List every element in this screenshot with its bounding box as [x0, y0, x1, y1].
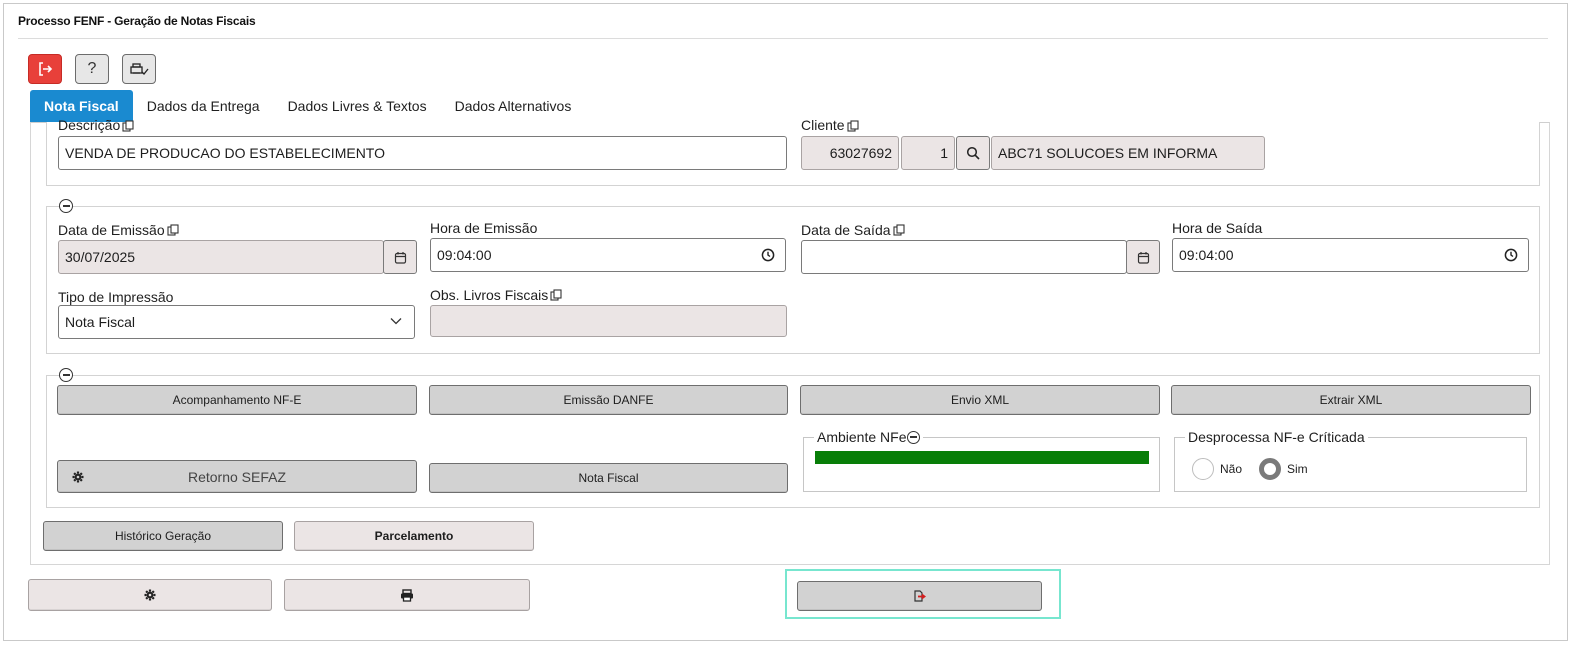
collapse-dates-icon[interactable] — [59, 199, 73, 213]
footer-exit-button[interactable] — [797, 581, 1042, 611]
help-icon: ? — [87, 60, 97, 77]
radio-nao[interactable]: Não — [1192, 458, 1242, 480]
clock-icon — [761, 248, 775, 262]
calendar-icon — [394, 251, 406, 264]
extrair-xml-button[interactable]: Extrair XML — [1171, 385, 1531, 415]
descricao-field[interactable]: VENDA DE PRODUCAO DO ESTABELECIMENTO — [58, 136, 787, 170]
data-saida-label-text: Data de Saída — [801, 222, 891, 238]
gear-icon — [72, 471, 84, 483]
hora-saida-label: Hora de Saída — [1172, 220, 1263, 236]
tab-dados-entrega[interactable]: Dados da Entrega — [133, 90, 274, 122]
hora-saida-value: 09:04:00 — [1179, 247, 1234, 263]
collapse-ambiente-icon[interactable] — [907, 430, 921, 444]
hora-emissao-value: 09:04:00 — [437, 247, 492, 263]
print-sign-button[interactable] — [122, 54, 156, 84]
ambiente-nfe-label: Ambiente NFe — [817, 429, 907, 445]
retorno-sefaz-button[interactable]: Retorno SEFAZ — [57, 460, 417, 493]
exit-doc-icon — [913, 590, 926, 602]
title-divider — [18, 38, 1548, 39]
hora-emissao-label: Hora de Emissão — [430, 220, 538, 236]
tipo-impressao-value: Nota Fiscal — [65, 314, 136, 330]
data-emissao-field[interactable]: 30/07/2025 — [58, 240, 384, 274]
gear-icon — [144, 589, 156, 601]
desprocessa-legend: Desprocessa NF-e Críticada — [1185, 429, 1368, 445]
radio-sim-label: Sim — [1287, 462, 1308, 476]
radio-sim[interactable]: Sim — [1259, 458, 1308, 480]
calendar-icon — [1137, 251, 1149, 264]
nota-fiscal-button[interactable]: Nota Fiscal — [429, 463, 788, 493]
obs-livros-label: Obs. Livros Fiscais — [430, 287, 562, 303]
descricao-label: Descrição — [58, 118, 134, 134]
clock-icon — [1504, 248, 1518, 262]
footer-settings-button[interactable] — [28, 579, 272, 611]
printer-icon — [401, 588, 413, 602]
data-emissao-calendar-button[interactable] — [383, 240, 417, 274]
ambiente-nfe-fieldset: Ambiente NFe — [803, 429, 1160, 492]
tipo-impressao-label: Tipo de Impressão — [58, 289, 174, 305]
retorno-sefaz-label: Retorno SEFAZ — [187, 468, 287, 485]
parcelamento-button[interactable]: Parcelamento — [294, 521, 534, 551]
help-button[interactable]: ? — [75, 54, 109, 84]
copy-icon — [847, 120, 859, 132]
copy-icon — [892, 224, 905, 236]
descricao-label-text: Descrição — [58, 118, 121, 133]
data-emissao-label-text: Data de Emissão — [58, 222, 165, 238]
data-emissao-label: Data de Emissão — [58, 222, 179, 238]
radio-sim-circle — [1259, 458, 1281, 480]
obs-livros-label-text: Obs. Livros Fiscais — [430, 287, 549, 303]
radio-nao-circle — [1192, 458, 1214, 480]
chevron-down-icon — [390, 318, 402, 325]
hora-emissao-field[interactable]: 09:04:00 — [430, 238, 786, 272]
copy-icon — [167, 224, 179, 236]
data-saida-field[interactable] — [801, 240, 1127, 274]
acompanhamento-nfe-button[interactable]: Acompanhamento NF-E — [57, 385, 417, 415]
cliente-name-field[interactable]: ABC71 SOLUCOES EM INFORMA — [991, 136, 1265, 170]
cliente-label: Cliente — [801, 118, 859, 134]
ambiente-status-bar — [815, 451, 1149, 464]
cliente-search-button[interactable] — [956, 136, 990, 170]
tab-dados-livres[interactable]: Dados Livres & Textos — [274, 90, 441, 122]
footer-print-button[interactable] — [284, 579, 530, 611]
copy-icon — [550, 289, 562, 301]
emissao-danfe-button[interactable]: Emissão DANFE — [429, 385, 788, 415]
hora-saida-field[interactable]: 09:04:00 — [1172, 238, 1529, 272]
cliente-seq-field[interactable]: 1 — [901, 136, 955, 170]
obs-livros-field[interactable] — [430, 305, 787, 337]
window-title: Processo FENF - Geração de Notas Fiscais — [18, 14, 256, 28]
tab-dados-alternativos[interactable]: Dados Alternativos — [441, 90, 586, 122]
radio-nao-label: Não — [1220, 462, 1243, 476]
cliente-label-text: Cliente — [801, 118, 845, 133]
collapse-actions-icon[interactable] — [59, 368, 73, 382]
cliente-code-field[interactable]: 63027692 — [801, 136, 899, 170]
envio-xml-button[interactable]: Envio XML — [800, 385, 1160, 415]
copy-icon — [122, 120, 134, 132]
search-icon — [966, 146, 980, 160]
exit-icon — [39, 62, 53, 76]
data-saida-calendar-button[interactable] — [1126, 240, 1160, 274]
ambiente-nfe-legend: Ambiente NFe — [814, 429, 924, 445]
exit-button[interactable] — [28, 54, 62, 84]
printer-sign-icon — [130, 63, 149, 75]
data-saida-label: Data de Saída — [801, 222, 905, 238]
tipo-impressao-select[interactable]: Nota Fiscal — [58, 305, 415, 339]
historico-geracao-button[interactable]: Histórico Geração — [43, 521, 283, 551]
